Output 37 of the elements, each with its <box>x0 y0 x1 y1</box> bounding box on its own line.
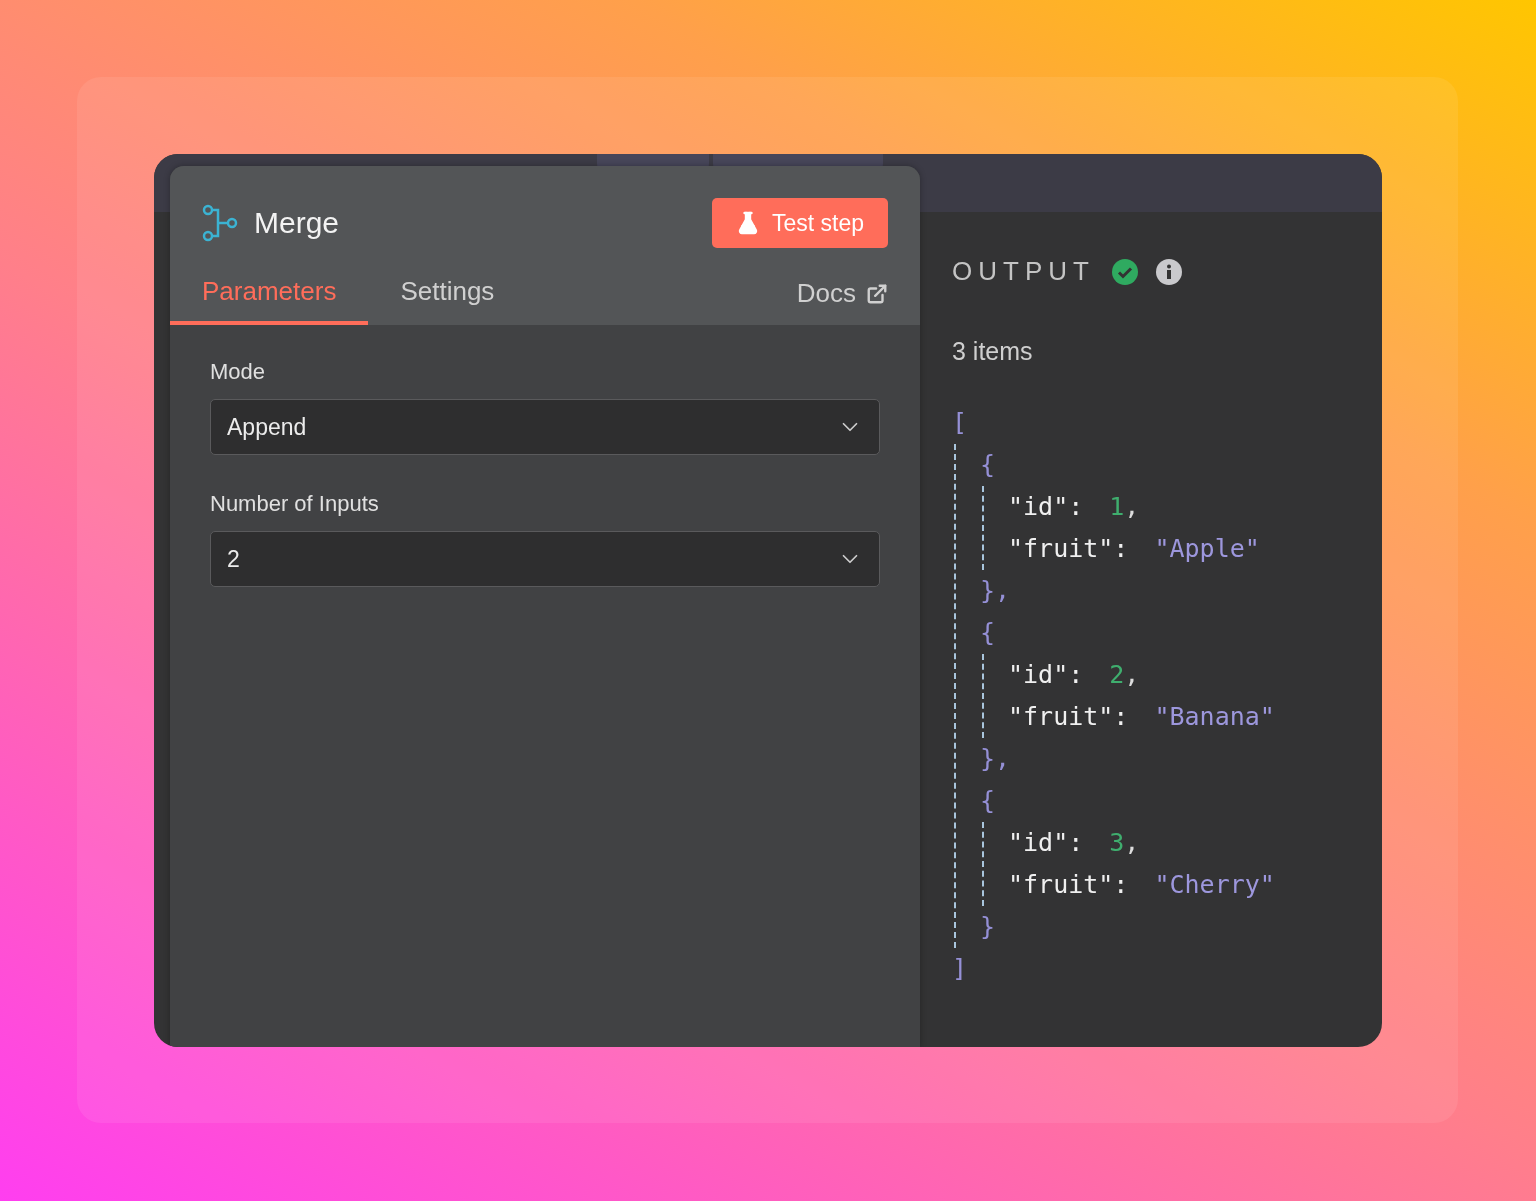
json-value: "Apple" <box>1154 533 1260 565</box>
docs-link[interactable]: Docs <box>796 278 888 325</box>
select-field[interactable]: Append <box>210 399 880 455</box>
test-step-button[interactable]: Test step <box>711 198 888 248</box>
field-label: Number of Inputs <box>210 491 380 517</box>
item-count: 3 items <box>952 337 1034 366</box>
json-value: 1 <box>1109 491 1125 523</box>
json-value: "Banana" <box>1154 701 1275 733</box>
select-field[interactable]: 2 <box>210 531 880 587</box>
json-key: "fruit": <box>1008 528 1129 570</box>
json-comma: , <box>1124 491 1140 523</box>
json-bracket: [ <box>952 407 968 439</box>
json-value: 3 <box>1109 827 1125 859</box>
json-bracket: ] <box>952 953 968 985</box>
merge-icon <box>202 204 238 242</box>
panel-tab[interactable]: Parameters <box>170 270 369 325</box>
external-link-icon <box>866 282 888 305</box>
json-key: "fruit": <box>1008 864 1129 906</box>
node-title: Merge <box>254 206 340 240</box>
json-value: "Cherry" <box>1154 869 1275 901</box>
json-brace: }, <box>980 743 1011 775</box>
json-key: "fruit": <box>1008 696 1129 738</box>
json-comma: , <box>1124 659 1140 691</box>
json-comma: , <box>1124 827 1140 859</box>
json-brace: { <box>980 785 996 817</box>
json-key: "id": <box>1008 654 1084 696</box>
panel-tab[interactable]: Settings <box>368 270 527 325</box>
json-key: "id": <box>1008 486 1084 528</box>
info-icon[interactable] <box>1154 257 1183 286</box>
json-brace: { <box>980 449 996 481</box>
json-key: "id": <box>1008 822 1084 864</box>
json-brace: { <box>980 617 996 649</box>
json-value: 2 <box>1109 659 1125 691</box>
output-title: OUTPUT <box>952 256 1095 287</box>
json-brace: }, <box>980 575 1011 607</box>
json-brace: } <box>980 911 996 943</box>
field-label: Mode <box>210 359 267 385</box>
